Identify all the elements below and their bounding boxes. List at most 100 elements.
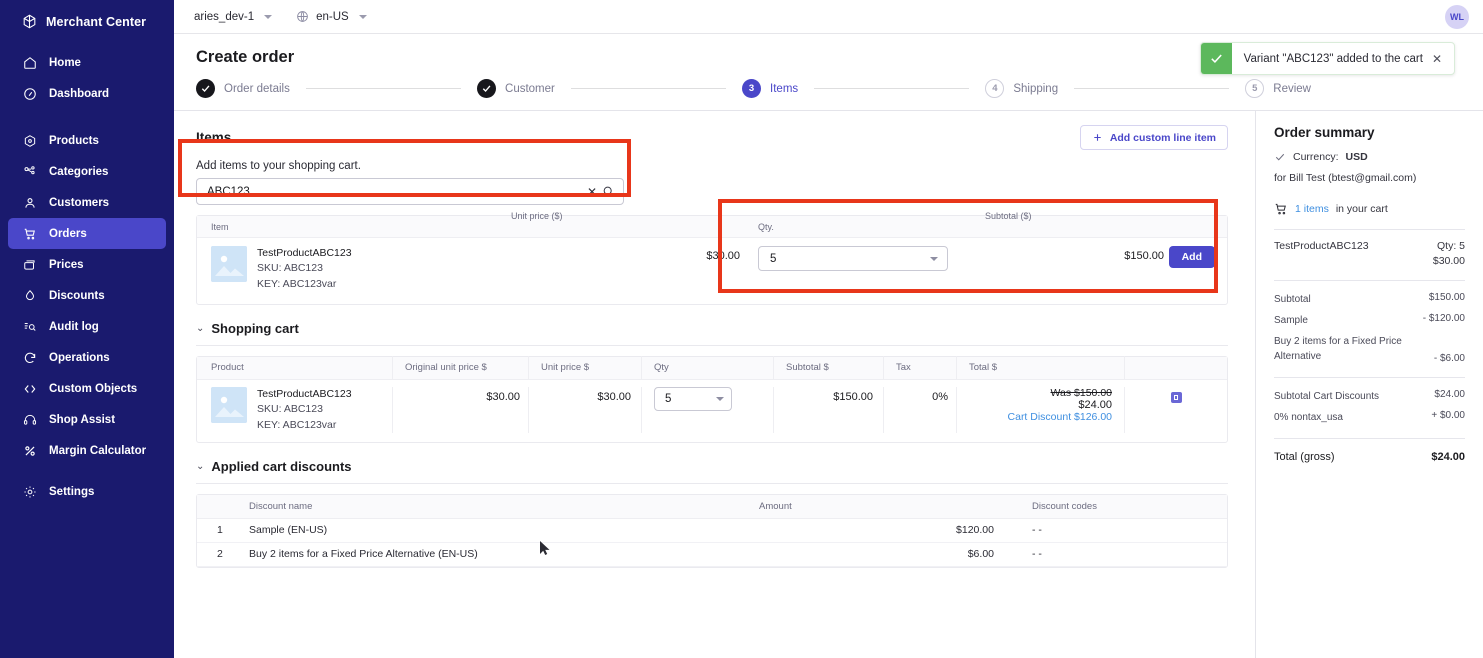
applied-discounts-table: Discount name Amount Discount codes 1 Sa… (196, 493, 1228, 568)
summary-line-label: 0% nontax_usa (1274, 412, 1343, 423)
chevron-down-icon (716, 396, 724, 401)
summary-line-label: Sample (1274, 315, 1308, 326)
gear-icon (22, 484, 37, 499)
shopping-cart-toggle[interactable]: ⌄ Shopping cart (196, 321, 1233, 336)
customer-line: for Bill Test (btest@gmail.com) (1274, 172, 1417, 184)
summary-total-label: Total (gross) (1274, 451, 1335, 463)
product-text: TestProductABC123 SKU: ABC123 KEY: ABC12… (257, 246, 352, 292)
applied-discounts-title: Applied cart discounts (211, 458, 352, 474)
step-shipping[interactable]: 4 Shipping (985, 79, 1058, 98)
headset-icon (22, 412, 37, 427)
search-icon[interactable] (602, 185, 615, 198)
project-label: aries_dev-1 (194, 10, 255, 23)
summary-item-price: $30.00 (1432, 255, 1465, 267)
add-button[interactable]: Add (1168, 246, 1215, 268)
col-qty: Qty. (758, 221, 774, 232)
trash-icon[interactable] (1170, 391, 1182, 403)
col-amount: Amount (759, 500, 792, 512)
row-discount-name: Buy 2 items for a Fixed Price Alternativ… (249, 548, 478, 561)
project-selector[interactable]: aries_dev-1 (194, 10, 273, 23)
summary-divider-4 (1274, 438, 1465, 439)
row-amount: $120.00 (956, 524, 994, 537)
avatar[interactable]: WL (1445, 4, 1469, 29)
sidebar-item-categories[interactable]: Categories (8, 156, 166, 187)
step-connector (305, 88, 462, 89)
search-field-label: Add items to your shopping cart. (196, 160, 361, 172)
summary-item-qty: Qty: 5 (1436, 240, 1465, 252)
sidebar-item-label: Operations (49, 351, 110, 364)
sidebar-item-discounts[interactable]: Discounts (8, 280, 166, 311)
close-icon[interactable]: ✕ (582, 185, 602, 199)
cart-count-row: 1 items in your cart (1274, 202, 1465, 216)
qty-select[interactable]: 5 (758, 246, 948, 271)
nav-group-primary: Home Dashboard (0, 47, 174, 109)
locale-selector[interactable]: en-US (296, 10, 367, 23)
nav-group-main: Products Categories Customers Orders Pri… (0, 125, 174, 466)
sidebar-item-label: Products (49, 134, 99, 147)
sidebar-item-products[interactable]: Products (8, 125, 166, 156)
products-icon (22, 133, 37, 148)
summary-line: Sample - $120.00 (1274, 313, 1465, 328)
order-summary-title: Order summary (1274, 125, 1375, 140)
main-area: aries_dev-1 en-US WL Create order Varian… (174, 0, 1483, 658)
summary-line-value: $24.00 (1434, 389, 1465, 400)
step-badge (477, 79, 497, 98)
shopping-cart-rule (196, 344, 1228, 346)
close-icon[interactable]: ✕ (1432, 43, 1454, 74)
sidebar-item-shop-assist[interactable]: Shop Assist (8, 404, 166, 435)
row-index: 1 (217, 524, 223, 537)
sidebar-item-prices[interactable]: Prices (8, 249, 166, 280)
product-info: TestProductABC123 SKU: ABC123 KEY: ABC12… (211, 246, 497, 292)
sidebar: Merchant Center Home Dashboard Products … (0, 0, 174, 658)
cart-count-suffix: in your cart (1335, 203, 1388, 215)
app-root: Merchant Center Home Dashboard Products … (0, 0, 1483, 658)
col-tax: Tax (883, 356, 956, 380)
step-connector (814, 88, 970, 89)
check-icon (1200, 43, 1232, 74)
sidebar-item-label: Orders (49, 227, 87, 240)
search-input[interactable] (207, 185, 582, 198)
step-items[interactable]: 3 Items (742, 79, 798, 98)
sidebar-item-settings[interactable]: Settings (8, 476, 166, 507)
row-discount-codes: - - (1032, 524, 1042, 537)
col-qty: Qty (641, 356, 773, 380)
prices-icon (22, 257, 37, 272)
sidebar-item-dashboard[interactable]: Dashboard (8, 78, 166, 109)
table-row: 2 Buy 2 items for a Fixed Price Alternat… (197, 543, 1227, 567)
cart-discount-link[interactable]: Cart Discount $126.00 (957, 411, 1112, 423)
step-label: Customer (505, 82, 555, 95)
product-key: KEY: ABC123var (257, 277, 337, 290)
sidebar-item-audit-log[interactable]: Audit log (8, 311, 166, 342)
sidebar-item-home[interactable]: Home (8, 47, 166, 78)
add-custom-line-item-button[interactable]: Add custom line item (1079, 125, 1228, 150)
applied-discounts-toggle[interactable]: ⌄ Applied cart discounts (196, 459, 1233, 474)
step-review[interactable]: 5 Review (1245, 79, 1311, 98)
step-customer[interactable]: Customer (477, 79, 555, 98)
cart-qty-select[interactable]: 5 (654, 386, 732, 411)
cell-subtotal: $150.00 (773, 386, 883, 433)
brand[interactable]: Merchant Center (0, 6, 174, 37)
qty-value: 5 (770, 252, 777, 265)
sidebar-item-operations[interactable]: Operations (8, 342, 166, 373)
nav-divider-2 (0, 466, 174, 476)
step-order-details[interactable]: Order details (196, 79, 290, 98)
summary-total-value: $24.00 (1431, 451, 1465, 463)
sidebar-item-customers[interactable]: Customers (8, 187, 166, 218)
cart-count-link[interactable]: 1 items (1295, 203, 1329, 215)
cell-add-action: Add (1164, 246, 1227, 268)
sidebar-item-margin-calculator[interactable]: Margin Calculator (8, 435, 166, 466)
search-field-wrapper: ✕ (196, 178, 624, 205)
product-sku: SKU: ABC123 (257, 262, 323, 275)
sidebar-item-orders[interactable]: Orders (8, 218, 166, 249)
sidebar-item-custom-objects[interactable]: Custom Objects (8, 373, 166, 404)
subtotal-value: $150.00 (833, 390, 873, 403)
table-header-row: Product Original unit price $ Unit price… (197, 356, 1227, 380)
summary-line: Subtotal Cart Discounts $24.00 (1274, 389, 1465, 404)
summary-divider-3 (1274, 377, 1465, 378)
sidebar-item-label: Audit log (49, 320, 99, 333)
product-name: TestProductABC123 (257, 247, 352, 259)
image-placeholder-icon (211, 386, 247, 423)
sidebar-item-label: Margin Calculator (49, 444, 147, 457)
col-unit-price: Unit price $ (528, 356, 641, 380)
step-label: Shipping (1013, 82, 1059, 95)
